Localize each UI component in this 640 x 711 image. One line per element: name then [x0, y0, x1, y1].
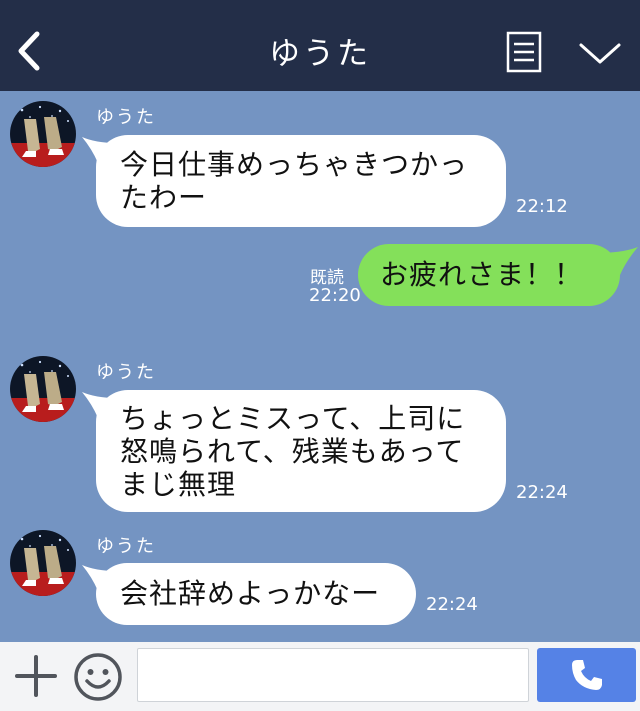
plus-icon[interactable]	[15, 655, 57, 697]
message-bubble[interactable]: 今日仕事めっちゃきつかっ たわー	[96, 135, 506, 227]
message-time: 22:24	[426, 594, 478, 615]
message-line: たわー	[120, 181, 208, 214]
message-list[interactable]: ゆうた 今日仕事めっちゃきつかっ たわー 22:12 既読 22:20 お疲れさ…	[0, 91, 640, 642]
message-input[interactable]	[137, 648, 529, 702]
message-line: 怒鳴られて、残業もあって	[120, 435, 465, 468]
message-bubble[interactable]: ちょっとミスって、上司に 怒鳴られて、残業もあって まじ無理	[96, 390, 506, 512]
avatar[interactable]	[10, 530, 76, 596]
message-time: 22:20	[309, 285, 361, 306]
smiley-icon[interactable]	[73, 652, 123, 702]
chat-header: ゆうた	[0, 0, 640, 91]
message-time: 22:24	[516, 482, 568, 503]
call-button[interactable]	[537, 648, 636, 702]
message-bubble[interactable]: お疲れさま！！	[358, 244, 620, 306]
chat-title: ゆうた	[269, 36, 371, 72]
sender-name: ゆうた	[96, 107, 156, 128]
message-bubble[interactable]: 会社辞めよっかなー	[96, 563, 416, 625]
message-line: 今日仕事めっちゃきつかっ	[120, 148, 469, 181]
message-line: 会社辞めよっかなー	[120, 577, 381, 610]
message-line: お疲れさま！！	[380, 258, 584, 291]
phone-icon	[572, 660, 602, 690]
sender-name: ゆうた	[96, 362, 156, 383]
sender-name: ゆうた	[96, 536, 156, 557]
message-time: 22:12	[516, 196, 568, 217]
avatar-photo	[10, 530, 76, 596]
chevron-down-icon[interactable]	[578, 38, 622, 68]
message-line: まじ無理	[120, 468, 237, 501]
avatar[interactable]	[10, 356, 76, 422]
avatar-photo	[10, 101, 76, 167]
avatar[interactable]	[10, 101, 76, 167]
document-menu-icon[interactable]	[506, 31, 542, 73]
message-composer	[0, 642, 640, 711]
avatar-photo	[10, 356, 76, 422]
message-line: ちょっとミスって、上司に	[120, 402, 466, 435]
